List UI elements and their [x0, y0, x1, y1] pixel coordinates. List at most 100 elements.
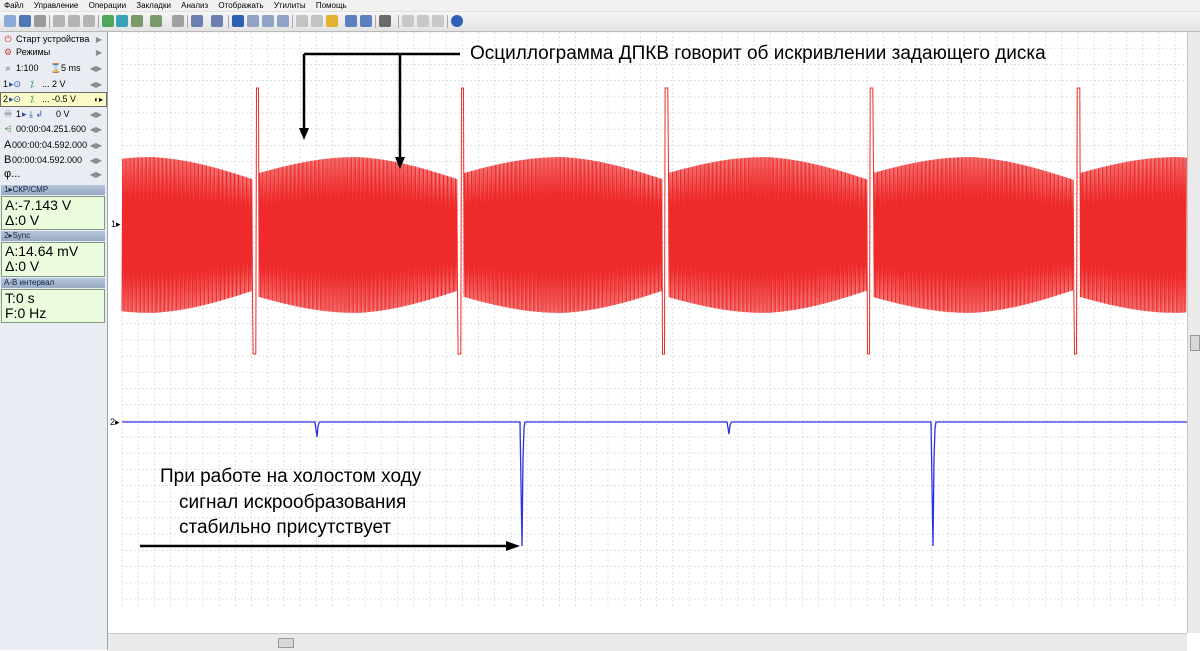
new-file-icon[interactable]	[4, 15, 16, 27]
channel-settings-icon: ▸⊙	[9, 94, 22, 104]
print-icon[interactable]	[34, 15, 46, 27]
screenshot-icon[interactable]	[296, 15, 308, 27]
bookmark-next-icon[interactable]	[360, 15, 372, 27]
check-all-icon[interactable]	[247, 15, 259, 27]
menu-bookmarks[interactable]: Закладки	[132, 0, 175, 11]
check-icon[interactable]	[232, 15, 244, 27]
save-icon[interactable]	[19, 15, 31, 27]
scale-row[interactable]: ⌕ 1:100 ⌛ 5 ms ◀▶	[0, 61, 107, 76]
chevron-right-icon: ▶	[95, 48, 102, 57]
panel-ch1-header: 1▸СКР/СМР	[1, 185, 105, 195]
stepper-icon[interactable]: ◀▶	[90, 122, 102, 137]
ch2-marker[interactable]: 2▸	[110, 418, 120, 427]
zoom-icon[interactable]	[191, 15, 203, 27]
stepper-icon[interactable]: ◀▶	[90, 107, 102, 122]
cursor-a-letter: A	[4, 139, 12, 151]
panel-ch1-delta: Δ:0 V	[5, 212, 40, 228]
trigger-row[interactable]: ♾ 1 ▸ ⤓ ↲ 0 V ◀▶	[0, 107, 107, 122]
annotation-bottom-line1: При работе на холостом ходу	[160, 466, 422, 487]
table-icon[interactable]	[417, 15, 429, 27]
menu-view[interactable]: Отображать	[214, 0, 267, 11]
cursor-b-value: 00:00:04.592.000	[12, 155, 83, 165]
menu-control[interactable]: Управление	[30, 0, 82, 11]
ch1-number: 1	[3, 79, 9, 89]
ch1-marker[interactable]: 1▸	[111, 220, 121, 229]
cursor-b-row[interactable]: B 00:00:04.592.000 ◀▶	[0, 153, 107, 168]
ch1-setting-value: ... 2 V	[42, 79, 66, 89]
panel-ch2-delta: Δ:0 V	[5, 258, 40, 274]
toolbar	[0, 12, 1200, 32]
edge-icon: ▸ ⤓ ↲	[22, 109, 44, 119]
paste-icon[interactable]	[68, 15, 80, 27]
trigger-level-value: 0 V	[56, 109, 70, 119]
cut-icon[interactable]	[83, 15, 95, 27]
power-icon: ⏻	[4, 34, 12, 44]
ch1-setting-row[interactable]: 1 ▸⊙ ⁒ ... 2 V ◀▶	[0, 77, 107, 92]
folder-icon[interactable]	[326, 15, 338, 27]
help-icon[interactable]	[451, 15, 463, 27]
annotation-bottom-line2: сигнал искрообразования	[179, 492, 407, 513]
check-prev-icon[interactable]	[277, 15, 289, 27]
vertical-scroll-thumb[interactable]	[1190, 335, 1200, 351]
check-next-icon[interactable]	[262, 15, 274, 27]
panel-ab-frequency: F:0 Hz	[5, 305, 47, 321]
menu-help[interactable]: Помощь	[312, 0, 351, 11]
time-div-value: 5 ms	[61, 63, 81, 73]
time-position-row[interactable]: ⩤ 00:00:04.251.600 ◀▶	[0, 122, 107, 137]
magnifier-icon: ⌕	[5, 63, 11, 73]
panel-ab-box: T:0 s F:0 Hz	[1, 289, 105, 323]
horizontal-scrollbar[interactable]	[108, 633, 1187, 651]
panel-ch1-box: A:-7.143 V Δ:0 V	[1, 196, 105, 230]
grid-icon[interactable]	[402, 15, 414, 27]
time-position-value: 00:00:04.251.600	[16, 124, 87, 134]
menu-utilities[interactable]: Утилиты	[270, 0, 310, 11]
ch2-setting-row[interactable]: 2 ▸⊙ ⁒ ... -0.5 V ◐▸	[0, 92, 107, 107]
undo-icon[interactable]	[172, 15, 184, 27]
panel-ch2-header: 2▸Sync	[1, 231, 105, 241]
bookmark-icon[interactable]	[345, 15, 357, 27]
modes-label: Режимы	[16, 47, 51, 57]
panel-ch2-box: A:14.64 mV Δ:0 V	[1, 242, 105, 277]
annotation-top: Осциллограмма ДПКВ говорит об искривлени…	[470, 43, 1046, 64]
phase-label: φ...	[4, 168, 21, 180]
vertical-scrollbar[interactable]	[1187, 32, 1200, 633]
copy-icon[interactable]	[53, 15, 65, 27]
probe-icon[interactable]	[102, 15, 114, 27]
coupling-icon: ⁒	[30, 94, 35, 104]
stepper-icon[interactable]: ◀▶	[90, 61, 102, 76]
report-icon[interactable]	[432, 15, 444, 27]
signal-icon[interactable]	[131, 15, 143, 27]
stepper-icon[interactable]: ◀▶	[90, 77, 102, 92]
probe-icon[interactable]: ◐▸	[94, 93, 103, 106]
trigger-icon[interactable]	[116, 15, 128, 27]
horizontal-scroll-thumb[interactable]	[278, 638, 294, 648]
modes-button[interactable]: ⚙ Режимы ▶	[0, 45, 107, 60]
cursor-a-row[interactable]: A 000:00:04.592.000 ◀▶	[0, 138, 107, 153]
display-icon[interactable]	[379, 15, 391, 27]
stepper-icon[interactable]: ◀▶	[90, 138, 102, 153]
window-icon[interactable]	[211, 15, 223, 27]
sidebar: ⏻ Старт устройства ▶ ⚙ Режимы ▶ ⌕ 1:100 …	[0, 32, 108, 650]
menu-file[interactable]: Файл	[0, 0, 28, 11]
trigger-icon: ♾	[3, 109, 13, 119]
ch2-number: 2	[3, 94, 9, 104]
ch2-setting-value: ... -0.5 V	[42, 94, 77, 104]
timebase-icon: ⌛	[50, 63, 62, 73]
menu-bar: Файл Управление Операции Закладки Анализ…	[0, 0, 1200, 12]
panel-ab-header: А-В интервал	[1, 278, 105, 288]
cursor-b-letter: B	[4, 154, 12, 166]
menu-analysis[interactable]: Анализ	[177, 0, 212, 11]
channel-settings-icon: ▸⊙	[9, 79, 22, 89]
panel-ch1-value-a: A:-7.143 V	[5, 197, 72, 213]
menu-operations[interactable]: Операции	[85, 0, 130, 11]
layout-icon[interactable]	[311, 15, 323, 27]
stepper-icon[interactable]: ◀▶	[90, 167, 102, 182]
ch1-waveform	[121, 87, 1187, 355]
measure-icon[interactable]	[150, 15, 162, 27]
panel-ch2-value-a: A:14.64 mV	[5, 243, 79, 259]
stepper-icon[interactable]: ◀▶	[90, 153, 102, 168]
panel-ab-period: T:0 s	[5, 290, 35, 306]
coupling-icon: ⁒	[30, 79, 35, 89]
phase-row[interactable]: φ... ◀▶	[0, 167, 107, 182]
oscillogram-area[interactable]: 1▸ 2▸ Осциллограмма ДПКВ говорит об искр…	[108, 31, 1187, 633]
